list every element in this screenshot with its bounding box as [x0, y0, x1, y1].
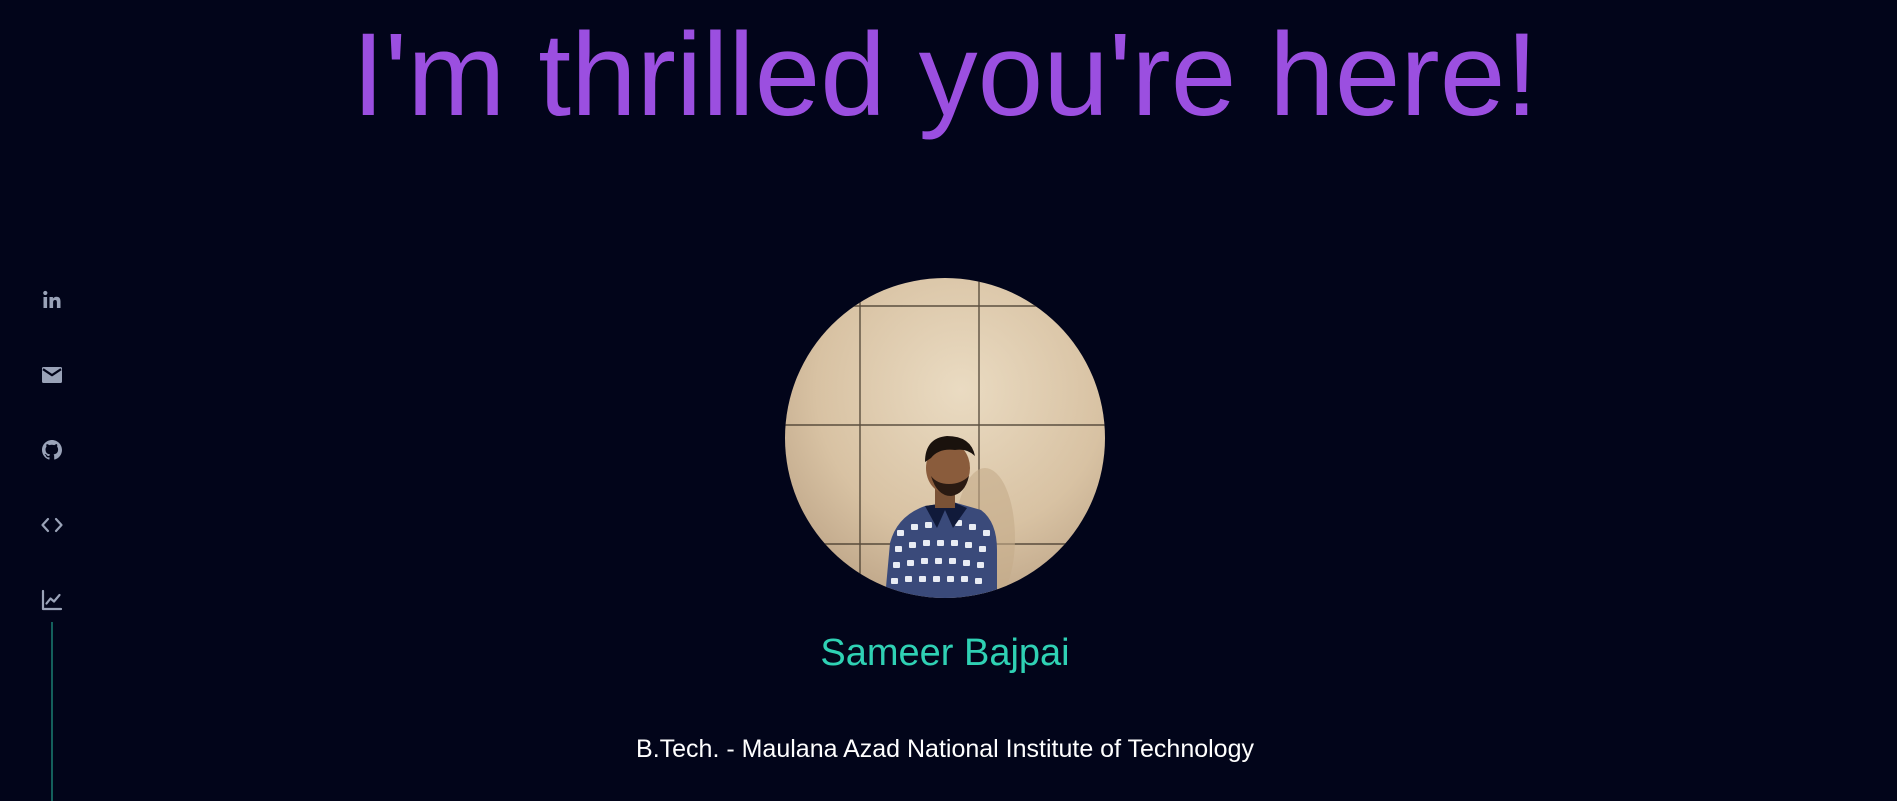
- github-icon: [42, 440, 62, 460]
- social-rail: [36, 284, 68, 616]
- profile-photo: [785, 278, 1105, 598]
- hero-title: I'm thrilled you're here!: [351, 9, 1539, 141]
- email-link[interactable]: [36, 359, 68, 391]
- chart-icon: [41, 589, 63, 611]
- page: I'm thrilled you're here! Sameer Bajpai …: [0, 0, 1897, 801]
- mail-icon: [42, 367, 62, 383]
- code-link[interactable]: [36, 509, 68, 541]
- github-link[interactable]: [36, 434, 68, 466]
- profile-education: B.Tech. - Maulana Azad National Institut…: [636, 735, 1254, 763]
- linkedin-link[interactable]: [36, 284, 68, 316]
- profile-name: Sameer Bajpai: [820, 632, 1070, 674]
- chart-link[interactable]: [36, 584, 68, 616]
- linkedin-icon: [43, 290, 61, 308]
- profile-photo-image: [785, 278, 1105, 598]
- code-icon: [41, 517, 63, 533]
